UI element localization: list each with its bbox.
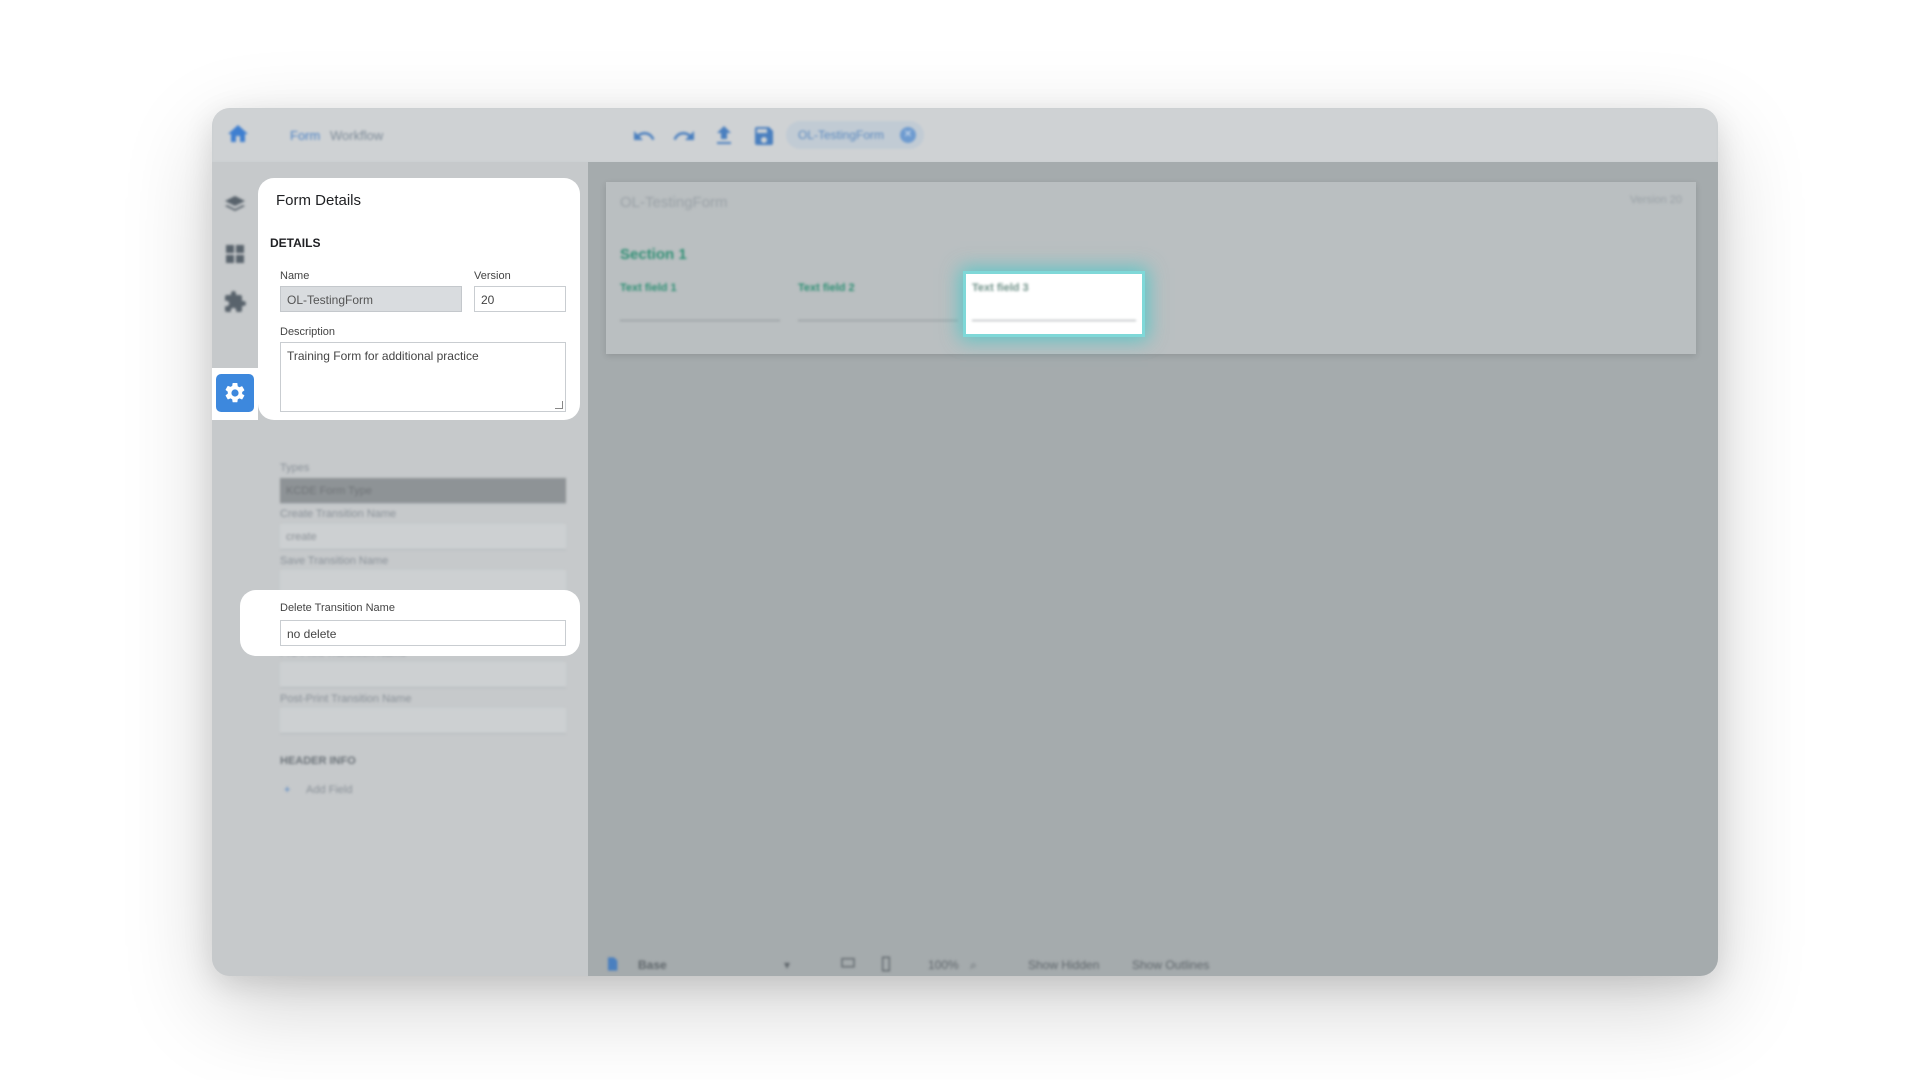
chevron-down-icon[interactable]: ▾ xyxy=(784,958,790,972)
add-icon[interactable]: + xyxy=(284,784,290,796)
form-canvas: OL-TestingForm Version 20 Section 1 Text… xyxy=(588,162,1718,976)
form-preview-card: OL-TestingForm Version 20 Section 1 Text… xyxy=(606,182,1696,354)
upload-icon[interactable] xyxy=(712,124,736,148)
close-icon[interactable]: ✕ xyxy=(900,127,916,143)
save-transition-label: Save Transition Name xyxy=(280,555,389,567)
description-textarea[interactable]: Training Form for additional practice xyxy=(280,342,566,412)
header-info-heading: HEADER INFO xyxy=(280,755,356,767)
canvas-version: Version 20 xyxy=(1630,194,1682,206)
description-label: Description xyxy=(280,326,336,338)
postprint-transition-input[interactable] xyxy=(280,708,566,734)
save-icon[interactable] xyxy=(752,124,776,148)
canvas-form-title: OL-TestingForm xyxy=(620,194,728,211)
text-field-2[interactable] xyxy=(798,320,958,321)
text-field-3-label: Text field 3 xyxy=(972,282,1029,294)
zoom-level: 100% xyxy=(928,958,959,972)
puzzle-icon[interactable] xyxy=(223,290,247,314)
text-field-1-label[interactable]: Text field 1 xyxy=(620,282,677,294)
postprint-transition-label: Post-Print Transition Name xyxy=(280,693,412,705)
text-field-3-underline xyxy=(972,320,1136,321)
rail-item-settings[interactable] xyxy=(216,374,254,412)
bottom-toolbar: Base ▾ 100% ⌕ Show Hidden Show Outlines xyxy=(588,954,1718,976)
details-heading: DETAILS xyxy=(270,236,321,250)
mobile-icon[interactable] xyxy=(878,956,894,972)
breadcrumb-workflow[interactable]: Workflow xyxy=(330,128,383,143)
home-icon[interactable] xyxy=(226,122,250,146)
text-field-1[interactable] xyxy=(620,320,780,321)
undo-icon[interactable] xyxy=(632,124,656,148)
form-details-highlight: Form Details DETAILS Name OL-TestingForm… xyxy=(258,178,580,420)
show-outlines-toggle[interactable]: Show Outlines xyxy=(1132,958,1209,972)
gear-icon xyxy=(225,382,245,403)
page-select[interactable]: Base xyxy=(638,958,667,972)
name-label: Name xyxy=(280,270,310,282)
form-chip[interactable]: OL-TestingForm ✕ xyxy=(786,121,924,149)
text-field-2-label[interactable]: Text field 2 xyxy=(798,282,855,294)
version-label: Version xyxy=(474,270,511,282)
create-transition-label: Create Transition Name xyxy=(280,508,397,520)
delete-transition-label: Delete Transition Name xyxy=(280,602,395,614)
grid-icon[interactable] xyxy=(223,242,247,266)
top-toolbar: Form Workflow OL-TestingForm ✕ xyxy=(212,108,1718,162)
section-title[interactable]: Section 1 xyxy=(620,246,687,263)
delete-transition-highlight: Delete Transition Name no delete xyxy=(240,590,580,656)
description-text: Training Form for additional practice xyxy=(287,349,479,363)
form-details-title: Form Details xyxy=(276,192,362,209)
breadcrumb-form[interactable]: Form xyxy=(290,128,320,143)
text-field-3-selected[interactable]: Text field 3 xyxy=(966,274,1142,334)
page-icon[interactable] xyxy=(604,956,620,972)
form-chip-label: OL-TestingForm xyxy=(798,128,885,142)
types-select[interactable]: KCDE Form Type xyxy=(280,478,566,504)
resize-handle-icon[interactable] xyxy=(555,401,563,409)
app-window: Form Workflow OL-TestingForm ✕ Types KCD… xyxy=(212,108,1718,976)
desktop-icon[interactable] xyxy=(840,956,856,972)
version-input[interactable]: 20 xyxy=(474,286,566,312)
zoom-icon[interactable]: ⌕ xyxy=(970,958,977,973)
types-label: Types xyxy=(280,462,310,474)
redo-icon[interactable] xyxy=(672,124,696,148)
add-field-button[interactable]: Add Field xyxy=(306,784,352,796)
preprint-transition-input[interactable] xyxy=(280,662,566,688)
create-transition-input[interactable]: create xyxy=(280,524,566,550)
delete-transition-input[interactable]: no delete xyxy=(280,620,566,646)
left-rail xyxy=(212,162,258,976)
show-hidden-toggle[interactable]: Show Hidden xyxy=(1028,958,1099,972)
name-input[interactable]: OL-TestingForm xyxy=(280,286,462,312)
layers-icon[interactable] xyxy=(223,194,247,218)
